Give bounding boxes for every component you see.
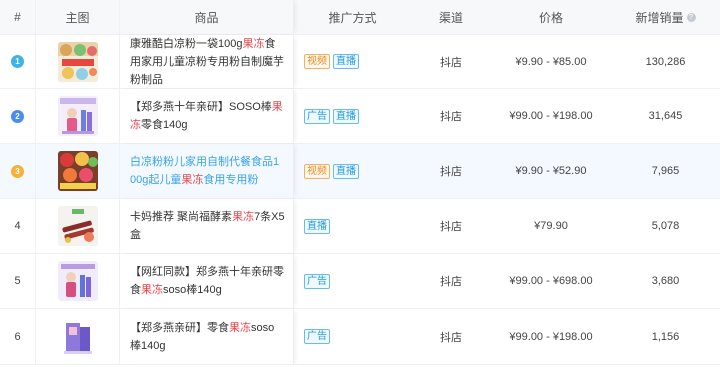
product-title-cell: 康雅酷白凉粉一袋100g果冻食用家用儿童凉粉专用粉自制魔芋粉制品 (120, 35, 294, 88)
title-text: 食用专用粉 (203, 174, 259, 186)
product-title[interactable]: 【网红同款】郑多燕十年亲研零食果冻soso棒140g (130, 263, 285, 299)
promo-tag-ad: 广告 (304, 273, 330, 289)
product-image-cell (36, 89, 120, 143)
product-thumbnail[interactable] (57, 261, 98, 301)
promo-tag-live: 直播 (333, 108, 359, 124)
product-title-cell: 【郑多燕十年亲研】SOSO棒果冻零食140g (120, 89, 294, 143)
channel-cell: 抖店 (440, 276, 462, 288)
product-title[interactable]: 康雅酷白凉粉一袋100g果冻食用家用儿童凉粉专用粉自制魔芋粉制品 (130, 35, 285, 89)
title-text: 【郑多燕十年亲研】SOSO棒 (130, 101, 272, 113)
col-header-channel: 渠道 (438, 10, 463, 25)
col-header-promotion: 推广方式 (328, 10, 377, 25)
product-title-cell: 白凉粉粉儿家用自制代餐食品100g起儿童果冻食用专用粉 (120, 144, 294, 198)
promo-tag-live: 直播 (333, 54, 359, 69)
price-cell: ¥79.90 (534, 220, 568, 232)
promo-tag-video: 视频 (304, 163, 330, 179)
product-title[interactable]: 卡妈推荐 聚尚福酵素果冻7条X5盒 (130, 208, 285, 244)
row-index: 6 (0, 309, 36, 364)
rank-badge: 1 (11, 55, 24, 68)
promotion-cell: 广告 (294, 254, 411, 308)
product-title[interactable]: 【郑多燕十年亲研】SOSO棒果冻零食140g (130, 98, 285, 134)
channel-cell: 抖店 (440, 331, 462, 344)
new-sales-cell: 1,156 (651, 330, 680, 343)
new-sales-cell: 7,965 (651, 165, 680, 177)
product-image-cell (36, 35, 120, 88)
product-sales-table: # 主图 商品 推广方式 渠道 价格 新增销量 ? 1 康雅酷白凉粉一袋100g… (0, 0, 720, 365)
title-text: 卡妈推荐 聚尚福酵素 (130, 211, 233, 223)
product-thumbnail[interactable] (57, 96, 98, 136)
promo-tag-video: 视频 (304, 54, 330, 69)
col-header-new-sales-label: 新增销量 (635, 10, 684, 25)
promotion-cell: 视频 直播 (294, 144, 411, 198)
new-sales-cell: 5,078 (651, 220, 680, 232)
title-keyword: 果冻 (229, 321, 251, 334)
table-row[interactable]: 2 【郑多燕十年亲研】SOSO棒果冻零食140g 广告 直播 抖店 ¥99.00… (0, 89, 720, 144)
table-header: # 主图 商品 推广方式 渠道 价格 新增销量 ? (0, 0, 720, 35)
price-cell: ¥99.00 - ¥198.00 (509, 330, 593, 343)
title-text: 康雅酷白凉粉一袋100g (130, 37, 243, 50)
promo-tag-live: 直播 (333, 163, 359, 179)
rank-badge: 3 (11, 164, 24, 178)
product-title[interactable]: 白凉粉粉儿家用自制代餐食品100g起儿童果冻食用专用粉 (130, 153, 285, 189)
price-cell: ¥99.00 - ¥198.00 (509, 110, 593, 122)
title-text: 【郑多燕亲研】零食 (130, 321, 229, 334)
title-keyword: 果冻 (242, 37, 265, 50)
price-cell: ¥9.90 - ¥85.00 (515, 55, 587, 68)
rank-badge: 2 (11, 109, 24, 123)
price-cell: ¥99.00 - ¥698.00 (509, 275, 593, 287)
product-title-cell: 卡妈推荐 聚尚福酵素果冻7条X5盒 (120, 199, 294, 253)
col-header-new-sales[interactable]: 新增销量 ? (611, 0, 720, 34)
promo-tag-ad: 广告 (304, 329, 330, 344)
product-title[interactable]: 【郑多燕亲研】零食果冻soso棒140g (130, 319, 285, 355)
title-keyword: 果冻 (181, 174, 204, 186)
product-thumbnail[interactable] (57, 151, 98, 191)
channel-cell: 抖店 (440, 221, 462, 233)
col-header-image: 主图 (36, 0, 120, 34)
row-index: 1 (0, 35, 36, 88)
table-row[interactable]: 3 白凉粉粉儿家用自制代餐食品100g起儿童果冻食用专用粉 视频 直播 抖店 ¥… (0, 144, 720, 199)
product-title-cell: 【网红同款】郑多燕十年亲研零食果冻soso棒140g (120, 254, 294, 308)
new-sales-cell: 31,645 (648, 110, 683, 122)
promotion-cell: 视频 直播 (294, 35, 411, 88)
promo-tag-live: 直播 (304, 218, 330, 234)
row-number: 4 (14, 220, 21, 232)
product-image-cell (36, 309, 120, 364)
title-text: soso棒140g (163, 284, 222, 296)
row-number: 5 (14, 275, 21, 287)
product-image-cell (36, 199, 120, 253)
title-text: 零食140g (141, 119, 188, 131)
channel-cell: 抖店 (440, 111, 462, 123)
new-sales-cell: 3,680 (651, 275, 680, 287)
product-thumbnail[interactable] (57, 316, 98, 357)
channel-cell: 抖店 (440, 56, 462, 69)
promotion-cell: 广告 直播 (294, 89, 411, 143)
row-index: 2 (0, 89, 36, 143)
product-thumbnail[interactable] (57, 41, 98, 82)
new-sales-cell: 130,286 (645, 55, 686, 68)
promotion-cell: 广告 (294, 309, 411, 364)
product-image-cell (36, 254, 120, 308)
row-index: 3 (0, 144, 36, 198)
promotion-cell: 直播 (294, 199, 411, 253)
channel-cell: 抖店 (440, 166, 462, 178)
product-thumbnail[interactable] (57, 206, 98, 246)
title-keyword: 果冻 (141, 284, 163, 296)
table-row[interactable]: 4 卡妈推荐 聚尚福酵素果冻7条X5盒 直播 抖店 ¥79.90 5,078 (0, 199, 720, 254)
question-circle-icon[interactable]: ? (686, 12, 696, 22)
table-row[interactable]: 6 【郑多燕亲研】零食果冻soso棒140g 广告 抖店 ¥99.00 - ¥1… (0, 309, 720, 365)
col-header-price: 价格 (538, 10, 563, 25)
row-index: 5 (0, 254, 36, 308)
col-header-product: 商品 (120, 0, 294, 34)
product-image-cell (36, 144, 120, 198)
row-number: 6 (14, 330, 21, 343)
product-title-cell: 【郑多燕亲研】零食果冻soso棒140g (120, 309, 294, 364)
table-row[interactable]: 5 【网红同款】郑多燕十年亲研零食果冻soso棒140g 广告 抖店 ¥99.0… (0, 254, 720, 309)
price-cell: ¥9.90 - ¥52.90 (515, 165, 587, 177)
row-index: 4 (0, 199, 36, 253)
table-row[interactable]: 1 康雅酷白凉粉一袋100g果冻食用家用儿童凉粉专用粉自制魔芋粉制品 视频 直播… (0, 35, 720, 89)
col-header-index: # (0, 0, 36, 34)
title-keyword: 果冻 (232, 211, 255, 223)
promo-tag-ad: 广告 (304, 108, 330, 124)
